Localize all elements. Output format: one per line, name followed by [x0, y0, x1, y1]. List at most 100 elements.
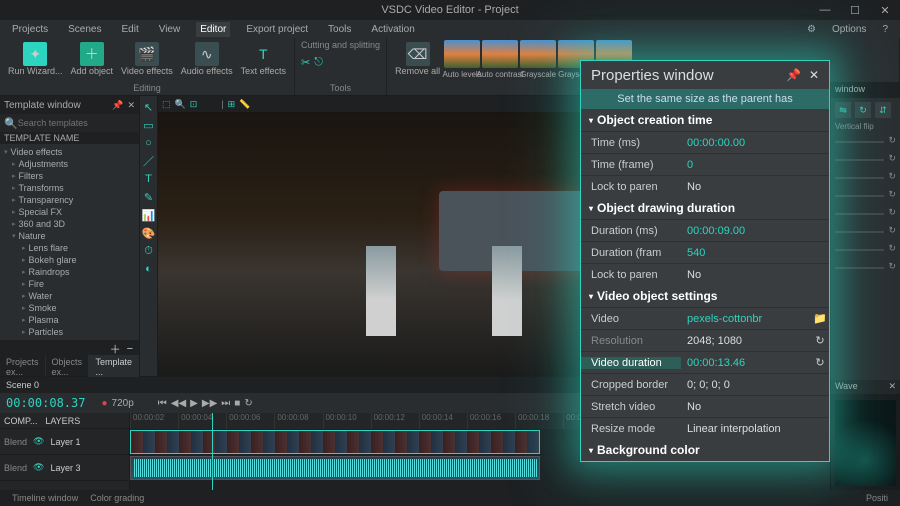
visibility-icon[interactable]: 👁: [33, 436, 44, 447]
slider-3[interactable]: [835, 171, 896, 185]
menu-projects[interactable]: Projects: [8, 22, 52, 37]
tree-item[interactable]: ▸ Fire: [0, 278, 139, 290]
minimize-button[interactable]: —: [810, 0, 840, 20]
prop-section[interactable]: ▾ Object drawing duration: [581, 197, 829, 219]
tree-item[interactable]: ▸ Transforms: [0, 182, 139, 194]
tree-item[interactable]: ▸ Filters: [0, 170, 139, 182]
reset-icon[interactable]: ↻: [811, 334, 829, 347]
track-row-2[interactable]: Blend👁Layer 3: [0, 455, 129, 481]
prop-row[interactable]: Time (ms)00:00:00.00: [581, 131, 829, 153]
next-frame-icon[interactable]: ⏭: [221, 398, 230, 409]
style-auto-contrast[interactable]: Auto contrast: [482, 40, 518, 68]
slider-1[interactable]: [835, 135, 896, 149]
grid-icon[interactable]: ⊞: [228, 99, 236, 110]
prop-row[interactable]: Resolution2048; 1080↻: [581, 329, 829, 351]
status-timeline[interactable]: Timeline window: [6, 493, 84, 503]
remove-all-button[interactable]: ⌫Remove all: [393, 40, 442, 78]
template-tree[interactable]: ▾ Video effects▸ Adjustments▸ Filters▸ T…: [0, 144, 139, 340]
prop-row[interactable]: Video duration00:00:13.46↻: [581, 351, 829, 373]
loop-icon[interactable]: ↻: [244, 398, 252, 409]
tab-objects[interactable]: Objects ex...: [46, 355, 90, 379]
slider-8[interactable]: [835, 261, 896, 275]
circle-tool[interactable]: ○: [142, 136, 156, 150]
size-hint-button[interactable]: Set the same size as the parent has: [581, 89, 829, 109]
slider-6[interactable]: [835, 225, 896, 239]
slider-4[interactable]: [835, 189, 896, 203]
style-grayscale-1[interactable]: Grayscale: [520, 40, 556, 68]
pin-icon[interactable]: 📌: [786, 68, 801, 82]
close-button[interactable]: ✕: [870, 0, 900, 20]
slider-5[interactable]: [835, 207, 896, 221]
step-back-icon[interactable]: ◀◀: [171, 398, 186, 409]
zoom-icon[interactable]: 🔍: [175, 99, 186, 110]
tab-template[interactable]: Template ...: [89, 355, 139, 379]
palette-tool[interactable]: 🎨: [142, 226, 156, 240]
mask-tool[interactable]: ◐: [142, 262, 156, 276]
waveform-display[interactable]: [835, 400, 896, 486]
cut-icon[interactable]: ✂: [301, 56, 310, 69]
layers-label[interactable]: LAYERS: [45, 416, 80, 426]
step-fwd-icon[interactable]: ▶▶: [202, 398, 217, 409]
tree-item[interactable]: ▸ Lens flare: [0, 242, 139, 254]
tree-item[interactable]: ▸ Special FX: [0, 206, 139, 218]
slider-7[interactable]: [835, 243, 896, 257]
menu-activation[interactable]: Activation: [367, 22, 418, 37]
tree-item[interactable]: ▸ Transparency: [0, 194, 139, 206]
style-auto-levels[interactable]: Auto levels: [444, 40, 480, 68]
tree-item[interactable]: ▸ Smoke: [0, 302, 139, 314]
prop-row[interactable]: Stretch videoNo: [581, 395, 829, 417]
flip-v-icon[interactable]: ⇵: [875, 102, 891, 118]
menu-editor[interactable]: Editor: [196, 22, 230, 37]
menu-tools[interactable]: Tools: [324, 22, 355, 37]
rect-tool[interactable]: ▭: [142, 118, 156, 132]
properties-title[interactable]: Properties window 📌✕: [581, 61, 829, 89]
chart-tool[interactable]: 📊: [142, 208, 156, 222]
cutting-label[interactable]: Cutting and splitting: [301, 40, 380, 50]
add-object-button[interactable]: ＋Add object: [69, 40, 116, 78]
record-icon[interactable]: ●: [101, 398, 107, 409]
text-effects-button[interactable]: TText effects: [239, 40, 288, 78]
close-panel-icon[interactable]: ✕: [127, 100, 135, 111]
tree-item[interactable]: ▸ Bokeh glare: [0, 254, 139, 266]
split-icon[interactable]: ⎋: [314, 56, 323, 69]
counter-tool[interactable]: ⏱: [142, 244, 156, 258]
help-icon[interactable]: ?: [878, 22, 892, 37]
play-icon[interactable]: ▶: [190, 398, 198, 409]
video-clip[interactable]: [130, 430, 540, 454]
comp-label[interactable]: COMP...: [4, 416, 37, 426]
prop-section[interactable]: ▾ Video object settings: [581, 285, 829, 307]
prop-row[interactable]: Duration (fram540: [581, 241, 829, 263]
run-wizard-button[interactable]: ✦Run Wizard...: [6, 40, 65, 78]
prop-section[interactable]: ▾ Background color: [581, 439, 829, 461]
tree-item[interactable]: ▸ Adjustments: [0, 158, 139, 170]
line-tool[interactable]: ／: [142, 154, 156, 168]
video-effects-button[interactable]: 🎬Video effects: [119, 40, 175, 78]
flip-h-icon[interactable]: ⇋: [835, 102, 851, 118]
prev-frame-icon[interactable]: ⏮: [158, 398, 167, 409]
text-tool[interactable]: T: [142, 172, 156, 186]
menu-view[interactable]: View: [155, 22, 185, 37]
prop-row[interactable]: Cropped border0; 0; 0; 0: [581, 373, 829, 395]
resolution-label[interactable]: 720p: [112, 398, 134, 409]
menu-scenes[interactable]: Scenes: [64, 22, 105, 37]
slider-2[interactable]: [835, 153, 896, 167]
stop-icon[interactable]: ■: [234, 398, 240, 409]
ruler-icon[interactable]: 📏: [239, 99, 250, 110]
tree-item[interactable]: ▸ Plasma: [0, 314, 139, 326]
tree-item[interactable]: ▸ Water: [0, 290, 139, 302]
prop-row[interactable]: Lock to parenNo: [581, 263, 829, 285]
close-wave-icon[interactable]: ✕: [888, 381, 896, 392]
visibility-icon[interactable]: 👁: [33, 462, 44, 473]
reset-icon[interactable]: ↻: [811, 356, 829, 369]
scene-tab[interactable]: Scene 0: [6, 380, 39, 390]
prop-row[interactable]: Lock to parenNo: [581, 175, 829, 197]
status-color[interactable]: Color grading: [84, 493, 150, 503]
audio-effects-button[interactable]: ∿Audio effects: [179, 40, 235, 78]
close-icon[interactable]: ✕: [809, 68, 819, 82]
pointer-tool[interactable]: ↖: [142, 100, 156, 114]
pen-tool[interactable]: ✎: [142, 190, 156, 204]
playhead[interactable]: [212, 413, 213, 490]
menu-export[interactable]: Export project: [242, 22, 312, 37]
prop-row[interactable]: Resize modeLinear interpolation: [581, 417, 829, 439]
prop-row[interactable]: Videopexels-cottonbr📁: [581, 307, 829, 329]
